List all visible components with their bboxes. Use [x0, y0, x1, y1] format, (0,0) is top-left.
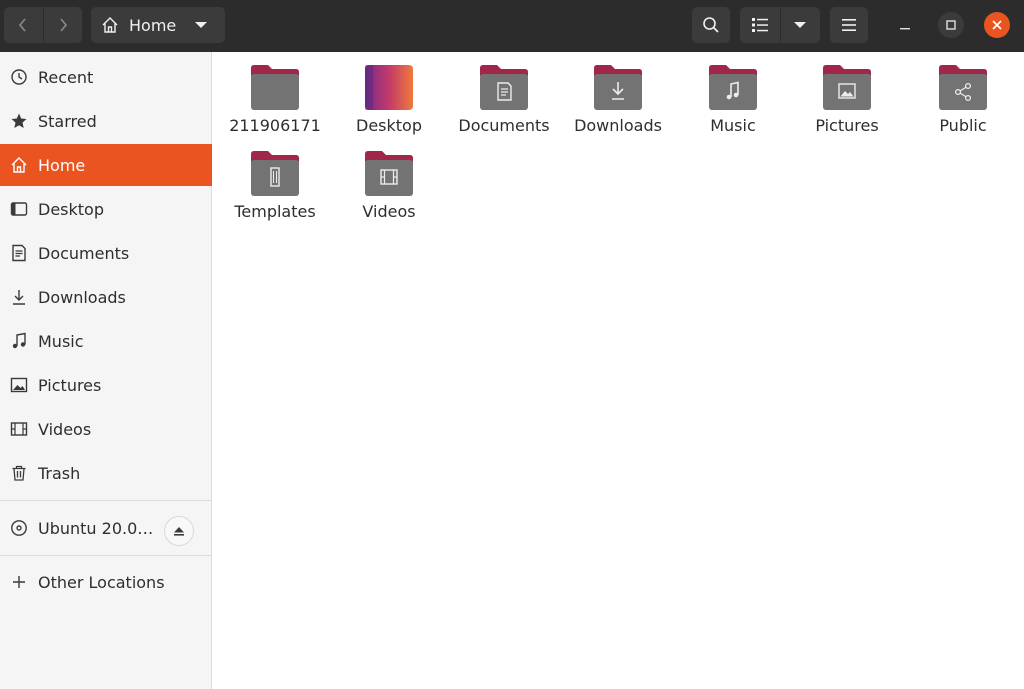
templates-folder-icon [251, 151, 299, 196]
music-folder-icon [709, 65, 757, 110]
downloads-folder-icon [594, 65, 642, 110]
folder-name: Templates [234, 202, 316, 221]
path-label: Home [129, 15, 177, 35]
forward-button[interactable] [43, 7, 82, 43]
sidebar-item-label: Other Locations [38, 572, 165, 592]
back-button[interactable] [4, 7, 43, 43]
hamburger-menu-icon [842, 19, 856, 31]
minimize-button[interactable] [892, 12, 918, 38]
download-icon [9, 287, 29, 307]
music-icon [9, 331, 29, 351]
caret-down-icon[interactable] [195, 21, 207, 29]
file-view: 211906171 Desktop Documents Downloads Mu… [213, 52, 1024, 689]
folder-name: Videos [362, 202, 416, 221]
folder-item[interactable]: Videos [331, 138, 447, 222]
sidebar-item-trash[interactable]: Trash [0, 452, 212, 494]
eject-icon [174, 527, 184, 536]
navigation-buttons [4, 7, 82, 43]
desktop-folder-icon [365, 65, 413, 110]
close-button[interactable] [984, 12, 1010, 38]
view-options-button[interactable] [780, 7, 820, 43]
video-icon [9, 419, 29, 439]
document-icon [9, 243, 29, 263]
eject-button[interactable] [164, 516, 194, 546]
sidebar-item-label: Starred [38, 111, 97, 131]
close-icon [992, 20, 1002, 30]
sidebar-item-starred[interactable]: Starred [0, 100, 212, 142]
chevron-left-icon [19, 18, 26, 32]
folder-name: Downloads [574, 116, 662, 135]
maximize-icon [946, 20, 956, 30]
sidebar-item-desktop[interactable]: Desktop [0, 188, 212, 230]
folder-name: 211906171 [229, 116, 321, 135]
sidebar-divider [0, 500, 212, 501]
main-menu-button[interactable] [830, 7, 868, 43]
sidebar-item-label: Recent [38, 67, 94, 87]
home-icon [9, 155, 29, 175]
sidebar-item-downloads[interactable]: Downloads [0, 276, 212, 318]
sidebar-item-home[interactable]: Home [0, 144, 212, 186]
sidebar-item-label: Videos [38, 419, 92, 439]
sidebar-item-pictures[interactable]: Pictures [0, 364, 212, 406]
sidebar-item-label: Documents [38, 243, 130, 263]
caret-down-icon [794, 22, 807, 28]
desktop-icon [9, 199, 29, 219]
documents-folder-icon [480, 65, 528, 110]
disc-icon [9, 518, 29, 538]
sidebar-item-label: Pictures [38, 375, 102, 395]
trash-icon [9, 463, 29, 483]
list-view-button[interactable] [740, 7, 780, 43]
folder-item[interactable]: Documents [446, 52, 562, 136]
search-button[interactable] [692, 7, 730, 43]
sidebar-divider [0, 555, 212, 556]
list-view-icon [751, 18, 768, 32]
sidebar-item-label: Music [38, 331, 84, 351]
picture-icon [9, 375, 29, 395]
folder-name: Pictures [815, 116, 879, 135]
star-icon [9, 111, 29, 131]
home-icon [102, 17, 118, 33]
sidebar-item-label: Ubuntu 20.0… [38, 518, 154, 538]
folder-item[interactable]: Public [905, 52, 1021, 136]
folder-item[interactable]: Pictures [789, 52, 905, 136]
maximize-button[interactable] [938, 12, 964, 38]
sidebar-item-label: Home [38, 155, 86, 175]
folder-item[interactable]: Downloads [560, 52, 676, 136]
folder-item[interactable]: Desktop [331, 52, 447, 136]
search-icon [703, 17, 719, 33]
folder-name: Desktop [356, 116, 422, 135]
folder-name: Music [710, 116, 756, 135]
sidebar-item-recent[interactable]: Recent [0, 56, 212, 98]
folder-name: Documents [458, 116, 550, 135]
sidebar-item-label: Desktop [38, 199, 104, 219]
folder-icon [251, 65, 299, 110]
view-controls [740, 7, 820, 43]
sidebar-item-other-locations[interactable]: Other Locations [0, 561, 212, 603]
sidebar-item-documents[interactable]: Documents [0, 232, 212, 274]
pictures-folder-icon [823, 65, 871, 110]
path-bar-home[interactable]: Home [91, 7, 225, 43]
folder-item[interactable]: 211906171 [217, 52, 333, 136]
minimize-icon [900, 28, 910, 30]
public-folder-icon [939, 65, 987, 110]
folder-item[interactable]: Templates [217, 138, 333, 222]
sidebar-item-label: Downloads [38, 287, 126, 307]
header-bar: Home [0, 0, 1024, 52]
sidebar-item-label: Trash [38, 463, 81, 483]
clock-icon [9, 67, 29, 87]
folder-name: Public [939, 116, 987, 135]
sidebar: Recent Starred Home Desktop Documents Do… [0, 52, 212, 689]
videos-folder-icon [365, 151, 413, 196]
sidebar-item-device[interactable]: Ubuntu 20.0… [0, 506, 212, 550]
plus-icon [9, 572, 29, 592]
sidebar-item-music[interactable]: Music [0, 320, 212, 362]
chevron-right-icon [60, 18, 67, 32]
sidebar-item-videos[interactable]: Videos [0, 408, 212, 450]
folder-item[interactable]: Music [675, 52, 791, 136]
